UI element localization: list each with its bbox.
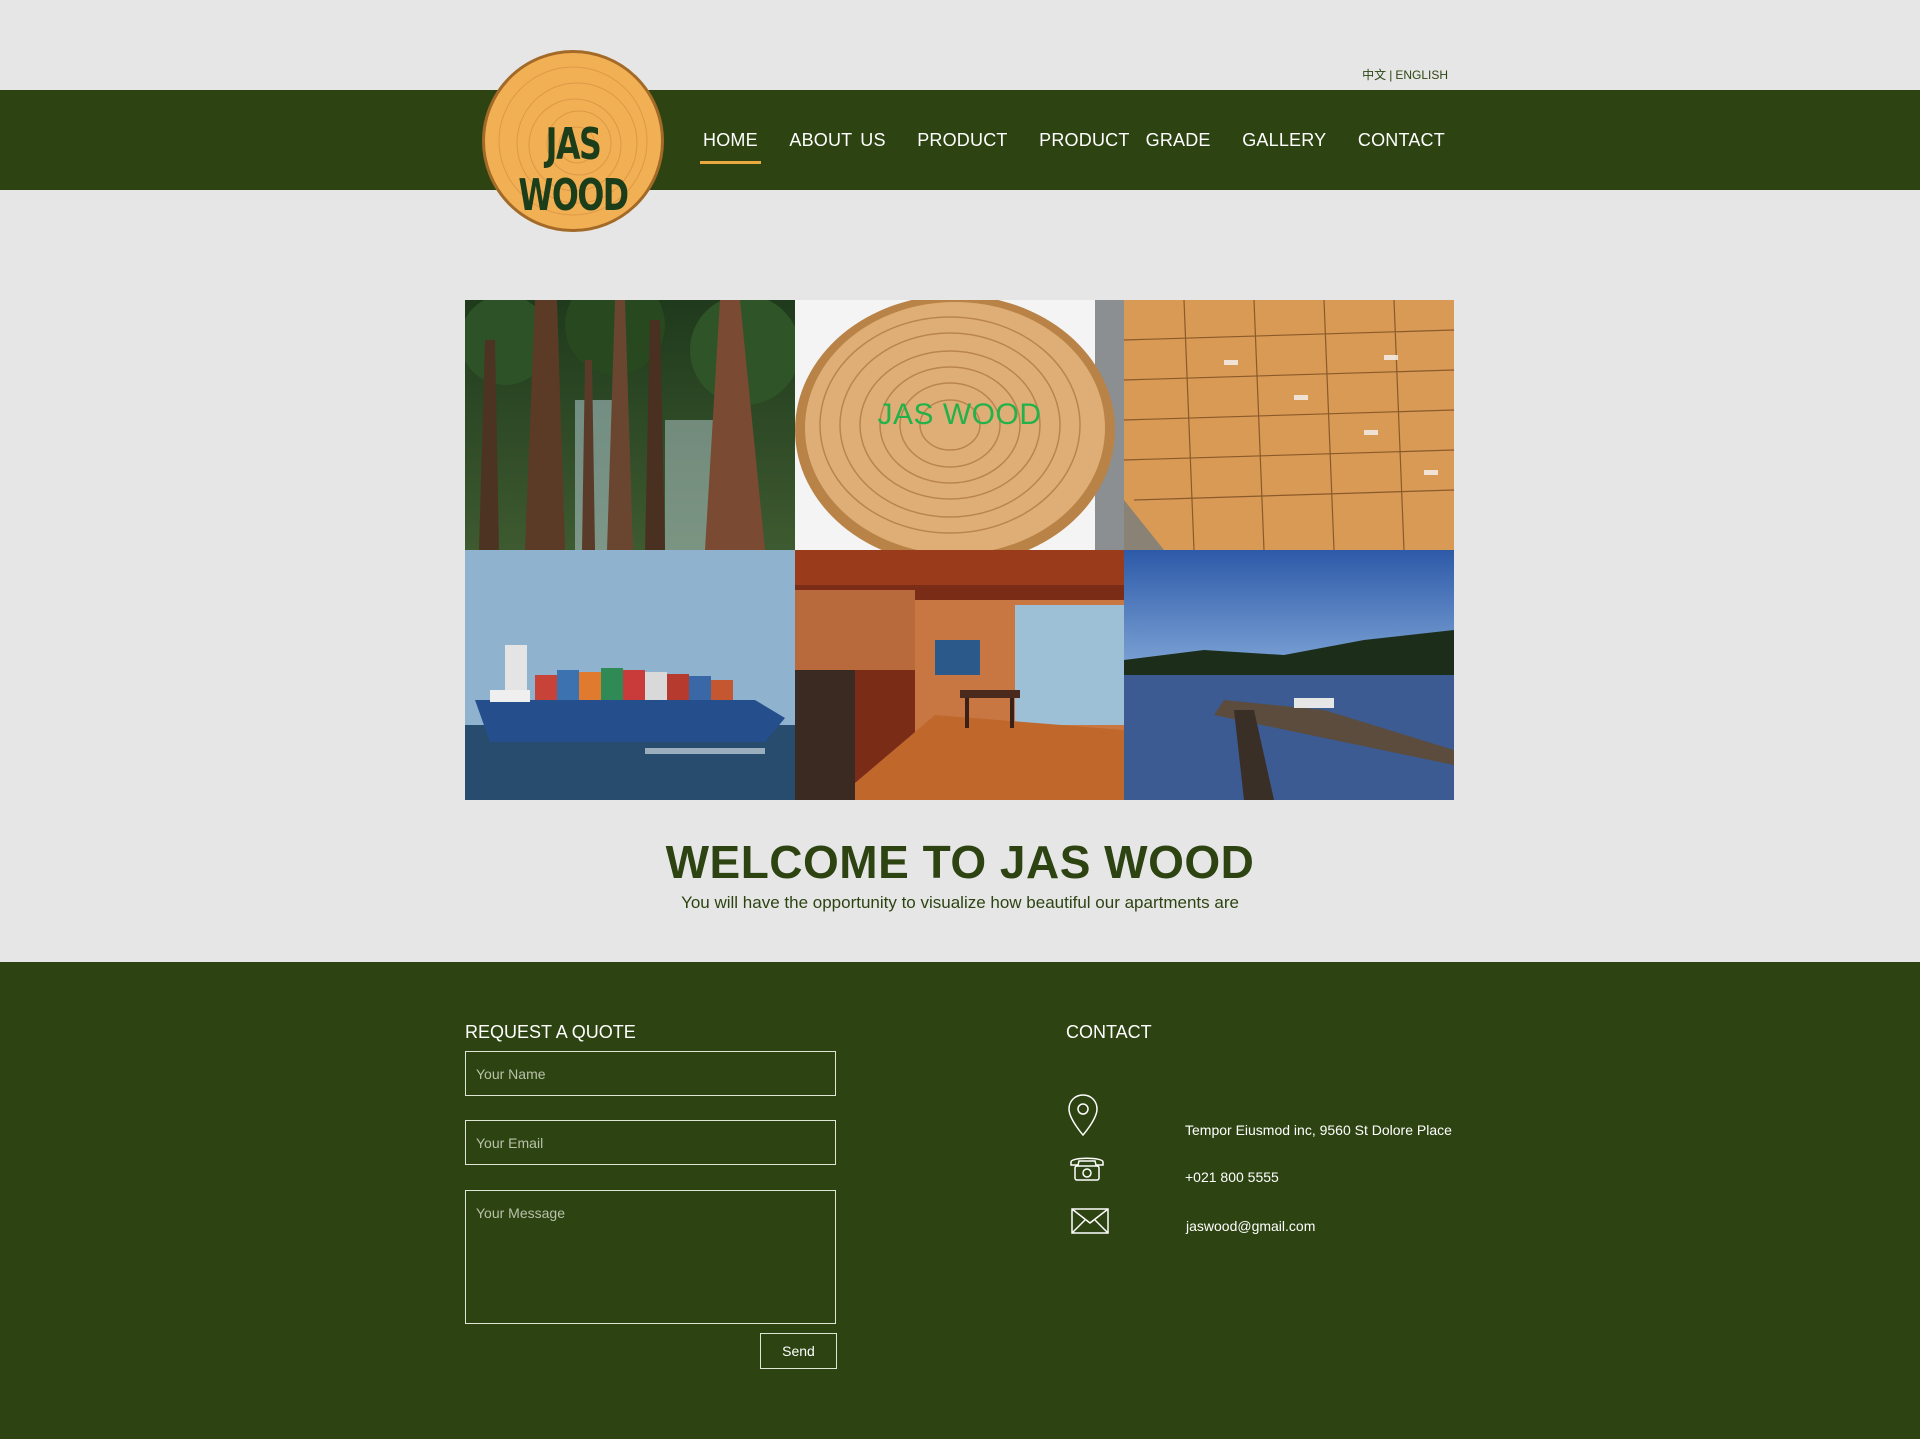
language-english-link[interactable]: ENGLISH: [1395, 68, 1448, 82]
footer: [0, 962, 1920, 1439]
site-logo[interactable]: JAS WOOD: [482, 50, 664, 232]
nav-about-us[interactable]: ABOUT US: [786, 130, 888, 161]
nav-contact[interactable]: CONTACT: [1355, 130, 1448, 161]
contact-phone: +021 800 5555: [1185, 1169, 1279, 1185]
redwood-forest-image: [465, 300, 795, 550]
map-pin-icon: [1068, 1094, 1098, 1137]
language-switcher: 中文 | ENGLISH: [1360, 66, 1448, 83]
contact-email[interactable]: jaswood@gmail.com: [1186, 1218, 1315, 1234]
wooden-interior-image: [795, 550, 1124, 800]
email-field[interactable]: [465, 1120, 836, 1165]
stacked-lumber-image: [1124, 300, 1454, 550]
nav-gallery[interactable]: GALLERY: [1239, 130, 1329, 161]
envelope-icon: [1071, 1208, 1109, 1234]
nav-product-grade[interactable]: PRODUCT GRADE: [1036, 130, 1214, 161]
nav-home[interactable]: HOME: [700, 130, 761, 164]
gallery-caption: JAS WOOD: [877, 398, 1042, 431]
logo-wordmark: JAS WOOD: [518, 119, 629, 221]
contact-address: Tempor Eiusmod inc, 9560 St Dolore Place: [1185, 1122, 1452, 1138]
welcome-heading: WELCOME TO JAS WOOD: [665, 836, 1255, 888]
contact-heading: CONTACT: [1066, 1022, 1152, 1042]
send-button[interactable]: Send: [760, 1333, 837, 1369]
name-field[interactable]: [465, 1051, 836, 1096]
nav-product[interactable]: PRODUCT: [914, 130, 1010, 161]
phone-icon: [1070, 1157, 1104, 1181]
message-field[interactable]: [465, 1190, 836, 1324]
container-ship-image: [465, 550, 795, 800]
language-separator: |: [1389, 68, 1393, 82]
welcome-subtitle: You will have the opportunity to visuali…: [681, 893, 1239, 912]
main-nav: HOME ABOUT US PRODUCT PRODUCT GRADE GALL…: [700, 130, 1448, 164]
request-quote-heading: REQUEST A QUOTE: [465, 1022, 636, 1042]
language-chinese-link[interactable]: 中文: [1362, 68, 1386, 82]
image-gallery: JAS WOOD: [465, 300, 1454, 800]
log-cross-section-image: JAS WOOD: [795, 300, 1124, 550]
lake-jetty-image: [1124, 550, 1454, 800]
